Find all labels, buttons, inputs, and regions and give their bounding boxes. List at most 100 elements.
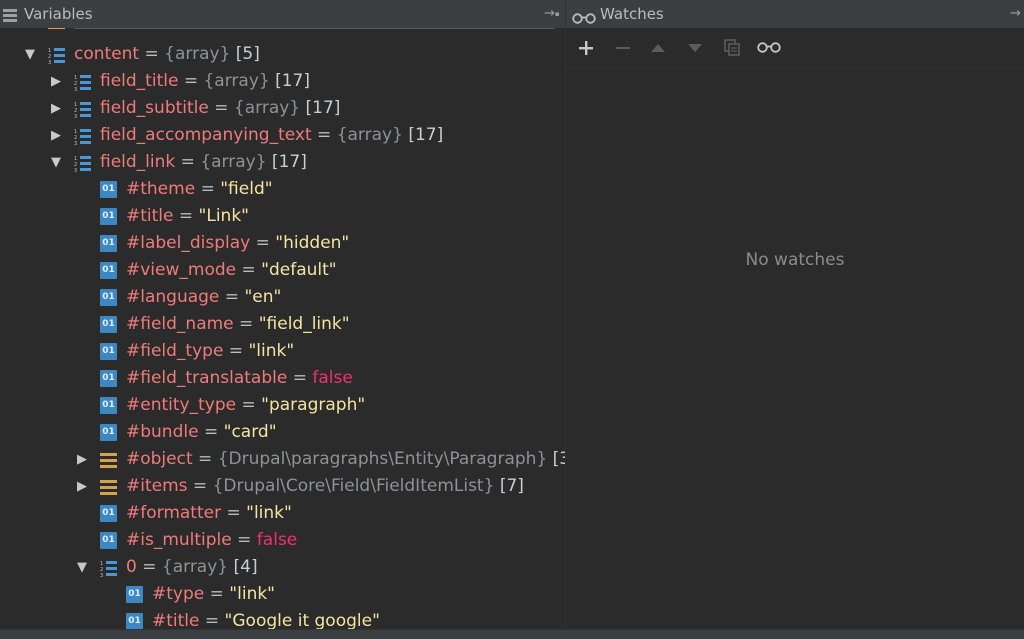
variable-text: #field_type = "link" [126,338,294,365]
equals-sign: = [221,503,247,523]
variable-type: {array} [164,44,231,64]
equals-sign: = [139,44,165,64]
variable-value: false [256,530,298,550]
equals-sign: = [192,449,218,469]
primitive-icon: 01 [100,316,117,333]
duplicate-icon[interactable] [720,36,744,60]
equals-sign: = [175,152,201,172]
glasses-icon[interactable] [757,36,781,60]
equals-sign: = [236,395,262,415]
expand-arrow-right-icon[interactable]: ▶ [75,473,89,500]
variables-tree: ▼ 1 2 3 content = {array} [5] ▶ 1 2 3 field_title… [0,28,565,629]
tree-row[interactable]: 01 #title = "Google it google" [0,608,565,629]
variable-name: content [74,44,140,64]
array-icon: 123 [74,127,91,147]
add-icon[interactable] [574,36,598,60]
variable-text: #formatter = "link" [126,500,292,527]
primitive-icon: 01 [126,613,143,629]
variable-name: #field_name [126,314,234,334]
variable-name: 0 [126,557,137,577]
variable-name: #title [126,206,174,226]
variable-text: #view_mode = "default" [126,257,337,284]
variable-text: field_subtitle = {array} [17] [100,95,340,122]
primitive-icon: 01 [100,235,117,252]
variable-count: [17] [266,152,307,172]
variable-count: [7] [494,476,524,496]
object-icon [100,451,117,468]
primitive-icon: 01 [100,181,117,198]
expand-arrow-down-icon[interactable]: ▼ [75,554,89,581]
equals-sign: = [311,125,337,145]
primitive-icon: 01 [100,343,117,360]
primitive-icon: 01 [126,586,143,603]
tree-row[interactable]: 01 #formatter = "link" [0,500,565,527]
variable-name: field_title [100,71,179,91]
svg-text:3: 3 [74,114,77,118]
tree-row[interactable]: ▶ 1 2 3 field_accompanying_text = {array} [1… [0,122,565,149]
object-icon [100,478,117,495]
pin-right-icon[interactable]: →▪ [544,0,560,28]
tree-row[interactable]: 01 #label_display = "hidden" [0,230,565,257]
svg-text:3: 3 [74,168,77,172]
tree-row[interactable]: ▶ #items = {Drupal\Core\Field\FieldItemLi… [0,473,565,500]
variable-name: #bundle [126,422,199,442]
primitive-icon: 01 [100,289,117,306]
equals-sign: = [287,368,313,388]
tree-row[interactable]: 01 #title = "Link" [0,203,565,230]
variable-text: 0 = {array} [4] [126,554,258,581]
variable-value: "field" [220,179,273,199]
variable-count: [17] [402,125,444,145]
variable-count: [17] [300,98,341,118]
variable-text: #items = {Drupal\Core\Field\FieldItemLis… [126,473,524,500]
array-icon: 123 [48,46,65,66]
variable-value: "link" [246,503,292,523]
hide-arrow-icon[interactable]: → [1010,0,1021,28]
variable-text: field_link = {array} [17] [100,149,307,176]
equals-sign: = [178,71,204,91]
variable-value: "hidden" [275,233,350,253]
expand-arrow-down-icon[interactable]: ▼ [23,41,37,68]
variable-text: #theme = "field" [126,176,273,203]
variable-name: #language [126,287,220,307]
tree-row[interactable]: 01 #is_multiple = false [0,527,565,554]
variable-text: #type = "link" [152,581,275,608]
array-icon: 123 [74,154,91,174]
tree-row[interactable]: ▼ 1 2 3 content = {array} [5] [0,41,565,68]
equals-sign: = [231,530,257,550]
equals-sign: = [136,557,162,577]
variable-text: #entity_type = "paragraph" [126,392,365,419]
tree-row[interactable]: 01 #theme = "field" [0,176,565,203]
move-down-icon[interactable] [683,36,707,60]
variables-menu-icon[interactable] [3,7,17,22]
tree-row[interactable]: ▶ #object = {Drupal\paragraphs\Entity\Par… [0,446,565,473]
variable-text: field_accompanying_text = {array} [17] [100,122,443,149]
variable-name: #entity_type [126,395,237,415]
tree-row[interactable]: 01 #bundle = "card" [0,419,565,446]
expand-arrow-right-icon[interactable]: ▶ [75,446,89,473]
variable-text: field_title = {array} [17] [100,68,310,95]
svg-text:3: 3 [74,87,77,91]
tree-row[interactable]: 01 #entity_type = "paragraph" [0,392,565,419]
array-icon: 123 [74,100,91,120]
equals-sign: = [195,179,221,199]
move-up-icon[interactable] [646,36,670,60]
variable-value: "Google it google" [224,611,380,629]
tree-row[interactable]: 01 #language = "en" [0,284,565,311]
remove-icon[interactable] [611,36,635,60]
tree-row[interactable]: 01 #field_name = "field_link" [0,311,565,338]
equals-sign: = [250,233,276,253]
expand-arrow-right-icon[interactable]: ▶ [49,122,63,149]
tree-row[interactable]: ▼ 1 2 3 0 = {array} [4] [0,554,565,581]
tree-row[interactable]: 01 #field_translatable = false [0,365,565,392]
tree-row[interactable]: 01 #view_mode = "default" [0,257,565,284]
expand-arrow-right-icon[interactable]: ▶ [49,95,63,122]
tree-row[interactable]: ▼ 1 2 3 field_link = {array} [17] [0,149,565,176]
svg-text:3: 3 [48,60,51,64]
expand-arrow-right-icon[interactable]: ▶ [49,68,63,95]
tree-row[interactable]: 01 #type = "link" [0,581,565,608]
tree-row[interactable]: 01 #field_type = "link" [0,338,565,365]
tree-row[interactable]: ▶ 1 2 3 field_title = {array} [17] [0,68,565,95]
tree-row[interactable]: ▶ 1 2 3 field_subtitle = {array} [17] [0,95,565,122]
expand-arrow-down-icon[interactable]: ▼ [49,149,63,176]
watches-panel: No watches [566,28,1024,629]
